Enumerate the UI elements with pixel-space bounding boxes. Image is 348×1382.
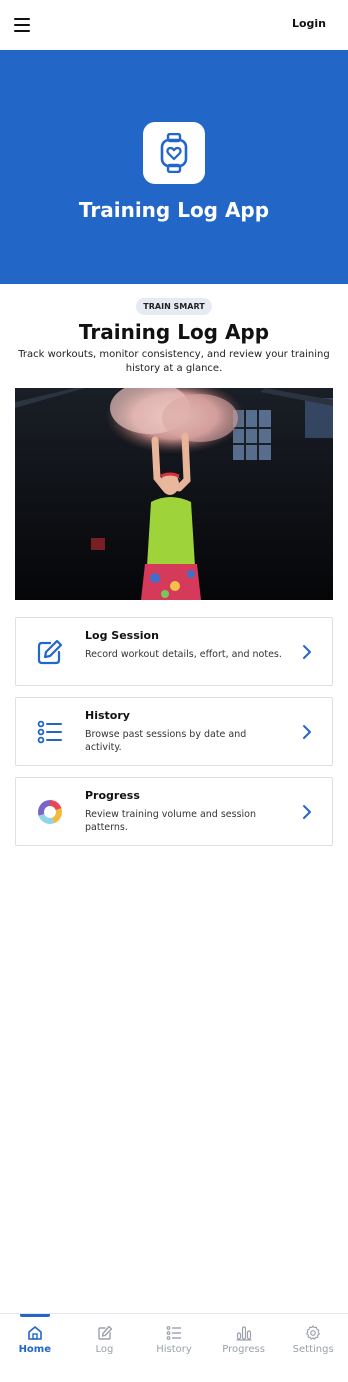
list-icon	[166, 1325, 182, 1341]
list-icon	[36, 718, 64, 746]
nav-label: Progress	[222, 1344, 265, 1355]
card-description: Browse past sessions by date and activit…	[85, 729, 247, 753]
nav-label: History	[156, 1344, 192, 1355]
pencil-icon	[97, 1325, 113, 1341]
nav-settings[interactable]: Settings	[278, 1314, 348, 1382]
card-title: Log Session	[85, 629, 159, 642]
nav-home[interactable]: Home	[0, 1314, 70, 1382]
top-bar: Login	[0, 0, 348, 50]
nav-label: Settings	[292, 1344, 334, 1355]
card-description: Record workout details, effort, and note…	[85, 649, 282, 660]
nav-log[interactable]: Log	[70, 1314, 140, 1382]
nav-label: Home	[18, 1344, 52, 1355]
hero-banner: Training Log App	[0, 50, 348, 284]
page-subtitle: Track workouts, monitor consistency, and…	[18, 349, 330, 374]
active-indicator	[20, 1314, 50, 1317]
chevron-right-icon	[302, 724, 312, 740]
card-description: Review training volume and session patte…	[85, 809, 257, 833]
smartwatch-heart-icon	[143, 122, 205, 184]
bar-chart-icon	[236, 1325, 252, 1341]
nav-label: Log	[95, 1344, 114, 1355]
history-card[interactable]: History Browse past sessions by date and…	[15, 697, 333, 766]
nav-progress[interactable]: Progress	[209, 1314, 279, 1382]
card-title: Progress	[85, 789, 140, 802]
gear-icon	[305, 1325, 321, 1341]
hero-title: Training Log App	[78, 198, 270, 222]
pencil-square-icon	[36, 638, 64, 666]
nav-history[interactable]: History	[139, 1314, 209, 1382]
progress-card[interactable]: Progress Review training volume and sess…	[15, 777, 333, 846]
home-icon	[27, 1325, 43, 1341]
log-session-card[interactable]: Log Session Record workout details, effo…	[15, 617, 333, 686]
chevron-right-icon	[302, 644, 312, 660]
page-title: Training Log App	[78, 320, 270, 344]
tagline-badge: TRAIN SMART	[136, 298, 212, 315]
bottom-navigation: Home Log History Progress Settings	[0, 1313, 348, 1382]
chevron-right-icon	[302, 804, 312, 820]
menu-icon[interactable]	[14, 18, 30, 32]
card-title: History	[85, 709, 130, 722]
hero-photo	[15, 388, 333, 600]
donut-chart-icon	[36, 798, 64, 826]
login-button[interactable]: Login	[292, 17, 326, 30]
